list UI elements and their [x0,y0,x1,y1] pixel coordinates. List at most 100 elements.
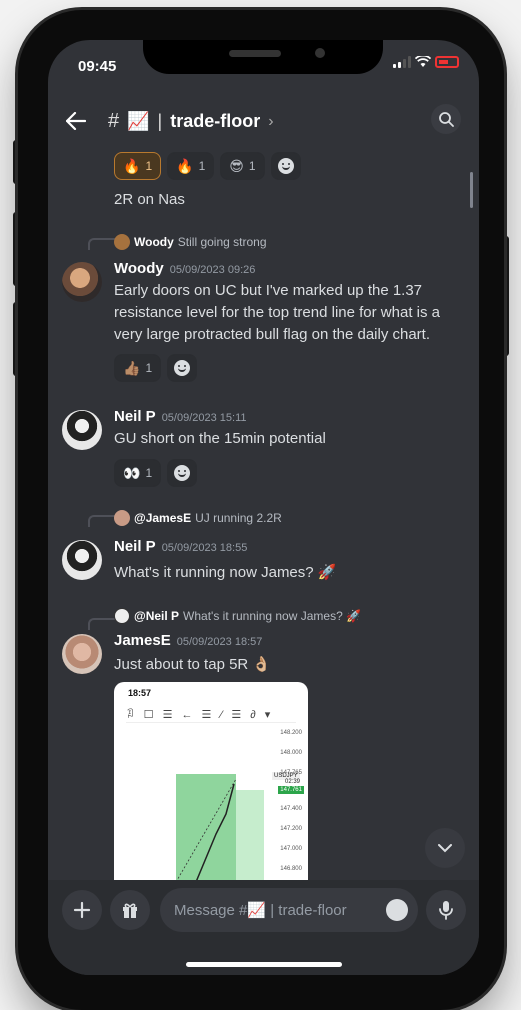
home-indicator[interactable] [186,962,342,967]
gift-icon [123,903,137,918]
reaction-count: 1 [248,159,256,173]
reply-connector [88,515,116,527]
countdown-label: 02:39 [284,779,300,785]
avatar[interactable] [62,634,102,674]
timestamp: 05/09/2023 15:11 [161,412,247,424]
price-tick: 148.200 [280,730,302,736]
channel-emoji: 📈 [127,111,150,131]
chart-toolbar: ꀣ ☐ ☰ ← ☰ ⁄ ☰ ∂ ▾ [126,706,296,723]
channel-hash-icon: # [108,110,120,132]
microphone-icon [439,901,453,920]
message-text: 2R on Nas [114,191,185,208]
signal-icon [393,56,411,68]
reaction-emoji: 👀 [123,464,141,481]
add-attachment-button[interactable] [62,890,102,930]
front-camera [315,48,325,58]
message-text: GU short on the 15min potential [114,430,326,447]
message-text: What's it running now James? 🚀 [114,564,337,581]
scrollbar[interactable] [470,172,473,208]
timestamp: 05/09/2023 18:57 [176,636,263,648]
author-name: Neil P [114,538,156,555]
reply-avatar [114,608,130,624]
reply-text: What's it running now James? 🚀 [183,609,362,623]
reply-preview[interactable]: @Neil P What's it running now James? 🚀 [114,608,361,624]
reaction-emoji: 🔥 [123,157,141,174]
battery-icon [435,56,459,68]
chevron-down-icon [438,843,452,852]
avatar[interactable] [62,262,102,302]
gift-button[interactable] [110,890,150,930]
plus-icon [73,901,91,919]
message-text: Early doors on UC but I've marked up the… [114,282,441,343]
scroll-to-bottom-button[interactable] [425,828,465,868]
message-author[interactable]: Woody 05/09/2023 09:26 [114,260,255,277]
reply-connector [88,618,116,630]
chevron-right-icon: › [268,112,274,130]
message-text: Just about to tap 5R 👌🏼 [114,656,272,673]
notch [143,40,383,74]
reaction-chip[interactable]: 😎 1 [220,152,265,180]
reply-avatar [114,234,130,250]
reaction-chip[interactable]: 🔥 1 [114,152,162,180]
message-placeholder: Message #📈 | trade-floor [174,902,347,919]
price-tick: 148.000 [280,750,302,756]
reaction-emoji: 😎 [229,157,244,174]
add-reaction-button[interactable] [167,354,198,382]
reply-preview[interactable]: Woody Still going strong [114,234,267,250]
price-tick: 147.400 [280,806,302,812]
add-reaction-button[interactable] [270,152,301,180]
back-arrow-icon[interactable] [65,110,87,136]
reply-text: Still going strong [177,235,267,249]
add-reaction-button[interactable] [167,459,198,487]
app-screen: 09:45 # 📈 | trade-floor › 🔥 1 🔥 1 😎 1 2R on… [48,40,479,975]
avatar[interactable] [62,410,102,450]
candlestick-line [176,778,237,882]
message-author[interactable]: JamesE 05/09/2023 18:57 [114,632,262,649]
price-tick: 147.000 [280,846,302,852]
reaction-count: 1 [145,361,153,375]
channel-name: trade-floor [170,111,261,131]
message-author[interactable]: Neil P 05/09/2023 15:11 [114,408,247,425]
current-price-tag: 147.761 [278,786,304,794]
avatar[interactable] [62,540,102,580]
reaction-chip[interactable]: 👍🏽 1 [114,354,162,382]
channel-header: # 📈 | trade-floor › [48,102,479,142]
smile-icon [174,360,191,376]
reaction-count: 1 [198,159,206,173]
attachment-time: 18:57 [128,688,152,698]
image-attachment[interactable]: 18:57 ꀣ ☐ ☰ ← ☰ ⁄ ☰ ∂ ▾ USDJPY 148.200 1… [114,682,308,882]
emoji-picker-icon[interactable] [386,899,408,921]
status-icons [393,56,459,68]
reply-author: Woody [134,235,174,249]
reaction-row: 👀 1 [114,459,198,487]
reaction-count: 1 [145,159,153,173]
reply-avatar [114,510,130,526]
message-input[interactable]: Message #📈 | trade-floor [160,888,418,932]
channel-separator: | [157,111,163,131]
reaction-emoji: 👍🏽 [123,359,141,376]
price-tick: 146.800 [280,866,302,872]
reply-author: @Neil P [134,609,180,623]
reaction-emoji: 🔥 [176,157,194,174]
author-name: Woody [114,260,164,277]
timestamp: 05/09/2023 09:26 [169,264,256,276]
wifi-icon [415,56,431,67]
reply-author: @JamesE [134,511,192,525]
message-author[interactable]: Neil P 05/09/2023 18:55 [114,538,247,555]
channel-title[interactable]: # 📈 | trade-floor › [108,110,274,133]
price-tick: 147.200 [280,826,302,832]
voice-message-button[interactable] [426,890,466,930]
price-tick: 147.765 [280,770,302,776]
status-time: 09:45 [78,58,117,75]
reaction-count: 1 [145,466,153,480]
search-button[interactable] [431,104,461,134]
reaction-chip[interactable]: 👀 1 [114,459,162,487]
reply-preview[interactable]: @JamesE UJ running 2.2R [114,510,282,526]
reply-connector [88,238,116,250]
author-name: JamesE [114,632,171,649]
smile-icon [277,158,294,174]
speaker-grille [229,50,281,57]
reaction-chip[interactable]: 🔥 1 [167,152,215,180]
message-composer: Message #📈 | trade-floor [48,880,479,975]
reply-text: UJ running 2.2R [195,511,282,525]
